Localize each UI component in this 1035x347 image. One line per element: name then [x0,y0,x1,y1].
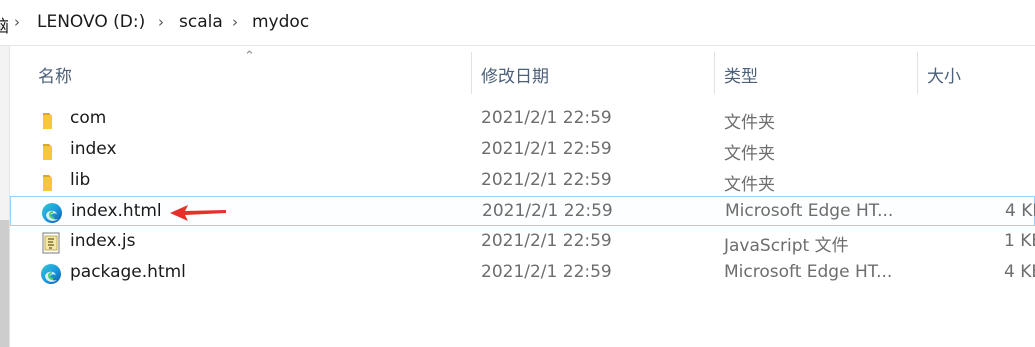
file-type: Microsoft Edge HT... [724,262,893,282]
file-row-lib[interactable]: lib 2021/2/1 22:59 文件夹 [10,166,1035,196]
file-row-index-html[interactable]: index.html 2021/2/1 22:59 Microsoft Edge… [10,196,1035,226]
file-name: com [70,108,107,128]
file-size: 4 KE [1004,262,1035,282]
file-type: 文件夹 [724,175,775,195]
breadcrumb-partial-item[interactable]: 脑 [0,12,9,37]
file-row-index-js[interactable]: index.js 2021/2/1 22:59 JavaScript 文件 1 … [10,227,1035,257]
file-date: 2021/2/1 22:59 [481,170,612,190]
file-type: JavaScript 文件 [724,236,849,256]
column-divider[interactable] [917,52,918,94]
file-date: 2021/2/1 22:59 [481,231,612,251]
red-annotation-arrow-icon [170,205,226,221]
column-divider[interactable] [471,52,472,94]
javascript-file-icon [42,232,60,254]
navigation-pane-scrollbar[interactable] [0,46,10,347]
file-date: 2021/2/1 22:59 [482,201,613,221]
column-divider[interactable] [714,52,715,94]
file-size: 1 KE [1004,231,1035,251]
file-row-index-folder[interactable]: index 2021/2/1 22:59 文件夹 [10,135,1035,165]
column-header-date[interactable]: 修改日期 [481,62,549,87]
breadcrumb-chevron-icon[interactable]: › [158,13,164,31]
breadcrumb-item-mydoc[interactable]: mydoc [252,12,309,32]
breadcrumb-item-drive[interactable]: LENOVO (D:) [37,12,145,32]
file-date: 2021/2/1 22:59 [481,108,612,128]
sort-ascending-icon: ⌃ [244,49,255,64]
file-type: 文件夹 [724,113,775,133]
breadcrumb-chevron-icon[interactable]: › [14,13,20,31]
file-row-package-html[interactable]: package.html 2021/2/1 22:59 Microsoft Ed… [10,258,1035,288]
address-bar[interactable]: 脑 › LENOVO (D:) › scala › mydoc [0,0,1035,46]
folder-icon [43,175,52,191]
file-date: 2021/2/1 22:59 [481,262,612,282]
file-size: 4 KE [1005,201,1035,221]
file-name: index.html [71,201,162,221]
file-row-com[interactable]: com 2021/2/1 22:59 文件夹 [10,104,1035,134]
edge-icon [42,203,62,223]
column-header-size[interactable]: 大小 [927,62,961,87]
column-header-name[interactable]: 名称 [38,62,72,87]
file-type: 文件夹 [724,144,775,164]
scrollbar-thumb[interactable] [0,220,9,347]
file-name: index.js [70,231,136,251]
folder-icon [43,113,52,129]
file-name: index [70,139,117,159]
edge-icon [41,264,61,284]
file-name: package.html [70,262,186,282]
file-type: Microsoft Edge HT... [725,201,894,221]
column-header-type[interactable]: 类型 [724,62,758,87]
breadcrumb-chevron-icon[interactable]: › [232,13,238,31]
breadcrumb-item-scala[interactable]: scala [179,12,223,32]
file-name: lib [70,170,91,190]
file-date: 2021/2/1 22:59 [481,139,612,159]
folder-icon [43,144,52,160]
